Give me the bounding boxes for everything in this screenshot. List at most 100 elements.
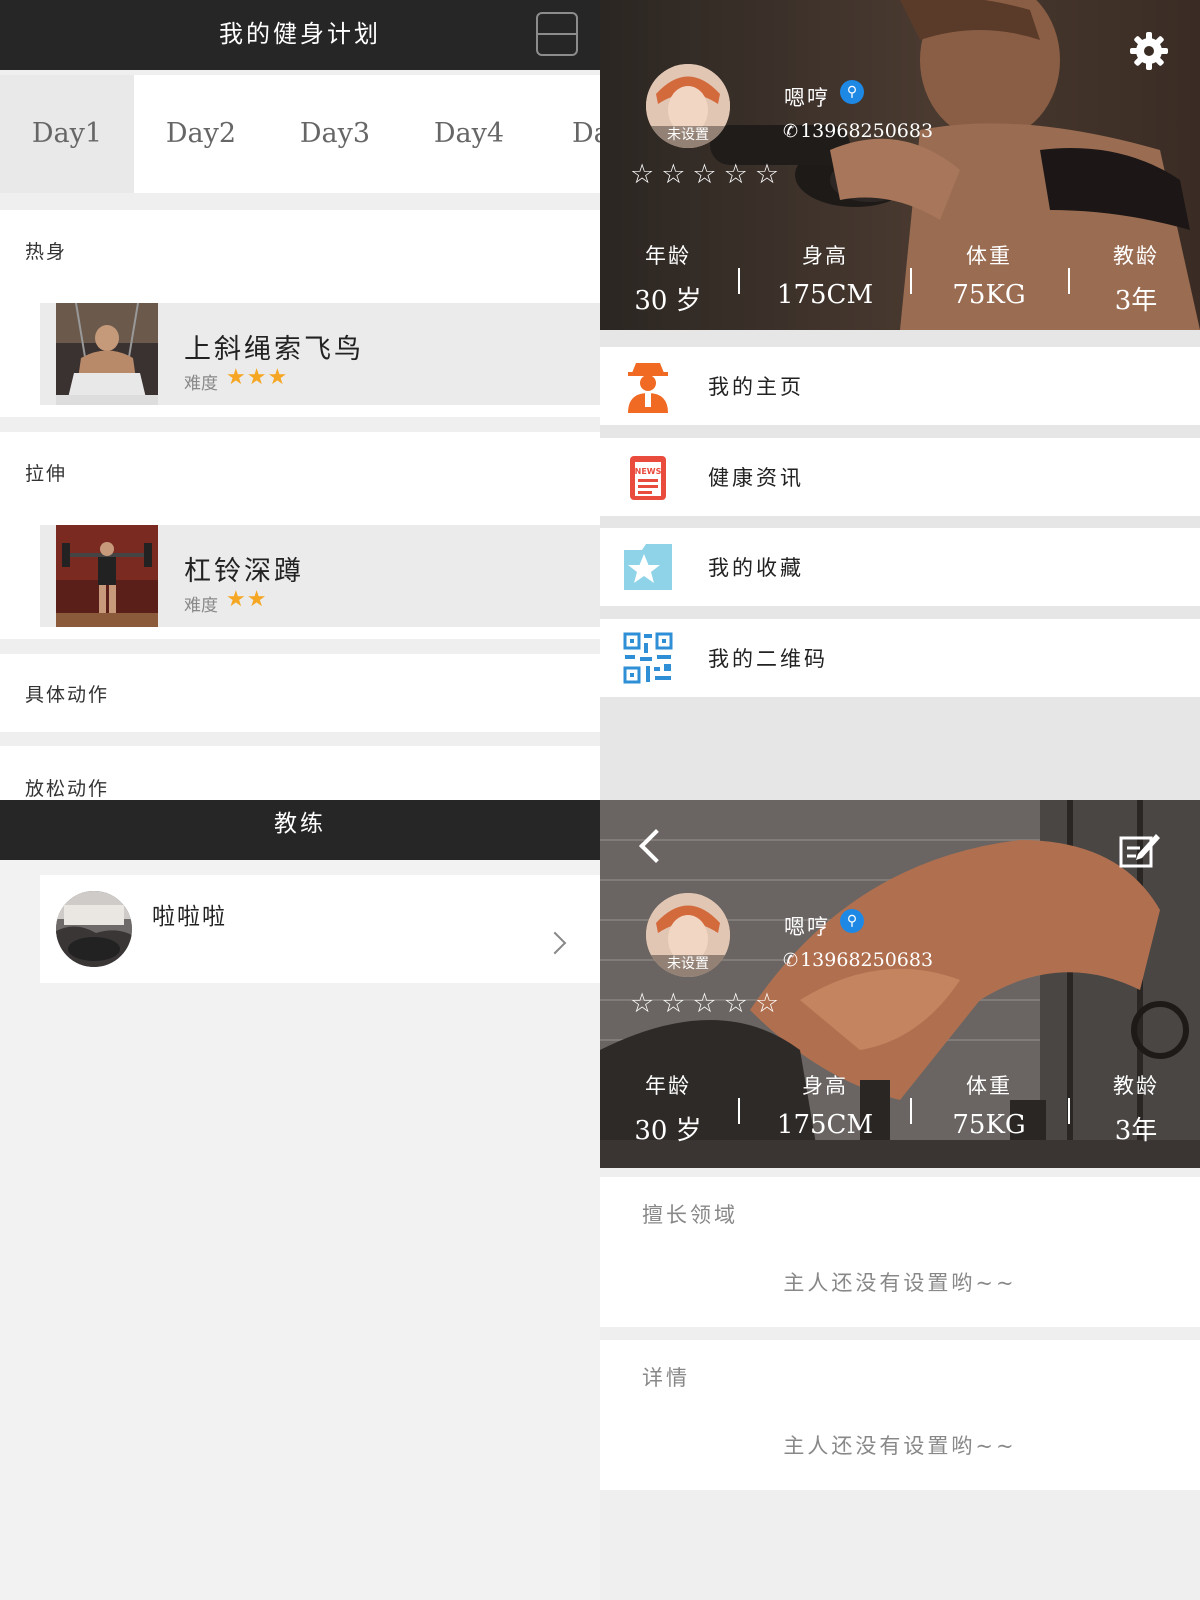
stat-value: 3年 <box>1114 286 1158 316</box>
menu-item-homepage[interactable]: 我的主页 <box>600 347 1200 425</box>
stat-height: 身高 175CM <box>760 1070 890 1140</box>
stat-value: 75KG <box>952 280 1026 310</box>
rating-stars: ☆☆☆☆☆ <box>630 988 787 1019</box>
menu-item-favorites[interactable]: 我的收藏 <box>600 528 1200 606</box>
exercise-thumbnail <box>56 303 158 405</box>
difficulty-stars: ★★ <box>226 587 268 612</box>
stat-value: 75KG <box>952 1110 1026 1140</box>
avatar-caption: 未设置 <box>667 127 709 143</box>
stat-divider <box>1068 1098 1070 1124</box>
rating-stars: ☆☆☆☆☆ <box>630 159 787 190</box>
stat-label: 年龄 <box>645 1074 691 1098</box>
stat-weight: 体重 75KG <box>924 240 1054 310</box>
tab-day1[interactable]: Day1 <box>0 75 134 193</box>
profile-header: 未设置 嗯哼 ⚲ ✆ 13968250683 ☆☆☆☆☆ 年龄 30 岁 身高 1… <box>600 0 1200 330</box>
menu-item-label: 我的主页 <box>708 375 804 399</box>
plan-header: 我的健身计划 <box>0 0 600 70</box>
location-pin-icon: ⚲ <box>840 80 864 104</box>
section-title: 热身 <box>25 241 68 263</box>
location-pin-icon: ⚲ <box>840 909 864 933</box>
menu-item-label: 我的二维码 <box>708 647 828 671</box>
stat-experience: 教龄 3年 <box>1071 240 1200 317</box>
stat-value: 30 岁 <box>634 286 702 316</box>
stat-age: 年龄 30 岁 <box>603 240 733 317</box>
coach-name: 啦啦啦 <box>152 904 227 930</box>
edit-icon[interactable] <box>1118 830 1160 870</box>
section-relax[interactable]: 放松动作 <box>0 746 600 800</box>
stat-value: 175CM <box>776 1110 874 1140</box>
menu-item-label: 我的收藏 <box>708 556 804 580</box>
tab-day3[interactable]: Day3 <box>268 75 402 193</box>
phone-icon: ✆ <box>783 121 799 142</box>
profile-name: 嗯哼 <box>784 915 830 939</box>
exercise-item[interactable]: 上斜绳索飞鸟 难度 ★★★ <box>40 303 600 405</box>
profile-phone: ✆ 13968250683 <box>783 120 933 142</box>
details-card: 详情 主人还没有设置哟~~ <box>600 1340 1200 1490</box>
difficulty-label: 难度 <box>184 596 218 616</box>
coach-profile-header: 未设置 嗯哼 ⚲ ✆ 13968250683 ☆☆☆☆☆ 年龄 30 岁 身高 1… <box>600 800 1200 1168</box>
specialty-text: 主人还没有设置哟~~ <box>783 1271 1017 1295</box>
stat-label: 年龄 <box>645 244 691 268</box>
favorite-folder-icon <box>622 540 674 594</box>
menu-item-label: 健康资讯 <box>708 466 804 490</box>
tab-day4[interactable]: Day4 <box>402 75 536 193</box>
section-title: 拉伸 <box>25 463 68 485</box>
difficulty-label: 难度 <box>184 374 218 394</box>
stat-divider <box>1068 268 1070 294</box>
details-text: 主人还没有设置哟~~ <box>783 1434 1017 1458</box>
menu-icon[interactable] <box>536 12 578 56</box>
stat-weight: 体重 75KG <box>924 1070 1054 1140</box>
exercise-item[interactable]: 杠铃深蹲 难度 ★★ <box>40 525 600 627</box>
section-stretch: 拉伸 杠铃深蹲 难度 ★★ <box>0 432 600 639</box>
page-title: 教练 <box>274 811 326 837</box>
profile-phone: ✆ 13968250683 <box>783 949 933 971</box>
stat-value: 30 岁 <box>634 1116 702 1146</box>
svg-text:NEWS: NEWS <box>635 467 662 476</box>
exercise-name: 杠铃深蹲 <box>184 556 304 587</box>
stat-label: 身高 <box>802 1074 848 1098</box>
stat-divider <box>910 268 912 294</box>
stat-divider <box>910 1098 912 1124</box>
stat-divider <box>738 1098 740 1124</box>
settings-gear-icon[interactable] <box>1128 30 1170 72</box>
coach-list-item[interactable]: 啦啦啦 <box>40 875 600 983</box>
stat-label: 身高 <box>802 244 848 268</box>
avatar <box>56 891 132 967</box>
menu-item-health-news[interactable]: NEWS 健康资讯 <box>600 438 1200 516</box>
coach-list-screen: 教练 啦啦啦 <box>0 800 600 1600</box>
qr-code-icon <box>622 631 674 685</box>
stat-experience: 教龄 3年 <box>1071 1070 1200 1147</box>
exercise-name: 上斜绳索飞鸟 <box>184 334 364 365</box>
section-warmup: 热身 上斜绳索飞鸟 难度 ★★★ <box>0 210 600 417</box>
menu-item-qrcode[interactable]: 我的二维码 <box>600 619 1200 697</box>
phone-icon: ✆ <box>783 950 799 971</box>
news-icon: NEWS <box>622 450 674 504</box>
section-main-moves[interactable]: 具体动作 <box>0 654 600 732</box>
avatar-caption: 未设置 <box>667 956 709 972</box>
profile-menu-screen: 未设置 嗯哼 ⚲ ✆ 13968250683 ☆☆☆☆☆ 年龄 30 岁 身高 1… <box>600 0 1200 800</box>
specialty-title: 擅长领域 <box>642 1203 738 1227</box>
details-title: 详情 <box>642 1366 690 1390</box>
exercise-thumbnail <box>56 525 158 627</box>
difficulty-stars: ★★★ <box>226 365 289 390</box>
phone-number: 13968250683 <box>800 949 934 971</box>
coach-profile-screen: 未设置 嗯哼 ⚲ ✆ 13968250683 ☆☆☆☆☆ 年龄 30 岁 身高 1… <box>600 800 1200 1600</box>
fitness-plan-screen: 我的健身计划 Day1 Day2 Day3 Day4 Da 热身 <box>0 0 600 800</box>
stat-label: 教龄 <box>1113 244 1159 268</box>
stat-height: 身高 175CM <box>760 240 890 310</box>
stat-value: 175CM <box>776 280 874 310</box>
day-tabs: Day1 Day2 Day3 Day4 Da <box>0 75 600 193</box>
chevron-right-icon <box>543 931 567 955</box>
stat-divider <box>738 268 740 294</box>
page-title: 我的健身计划 <box>219 20 381 48</box>
section-title: 放松动作 <box>25 778 110 800</box>
tab-day2[interactable]: Day2 <box>134 75 268 193</box>
stat-label: 体重 <box>966 244 1012 268</box>
tab-day5[interactable]: Da <box>536 75 600 193</box>
stat-age: 年龄 30 岁 <box>603 1070 733 1147</box>
stat-label: 教龄 <box>1113 1074 1159 1098</box>
section-title: 具体动作 <box>25 684 110 706</box>
stat-label: 体重 <box>966 1074 1012 1098</box>
coach-header: 教练 <box>0 800 600 860</box>
user-avatar-icon <box>622 359 674 413</box>
